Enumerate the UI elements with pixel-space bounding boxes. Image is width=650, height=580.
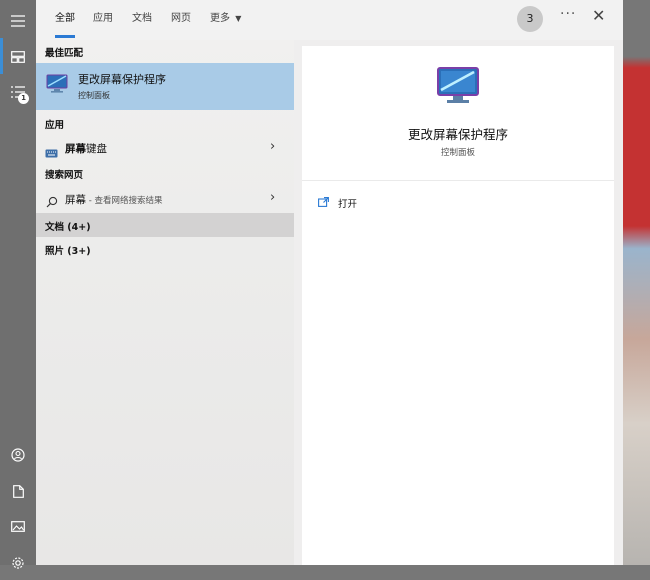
list-icon[interactable]: 1 bbox=[0, 75, 36, 109]
best-match-title: 更改屏幕保护程序 bbox=[78, 73, 166, 86]
preview-subtitle: 控制面板 bbox=[440, 148, 475, 158]
preview-pane: 更改屏幕保护程序 控制面板 打开 bbox=[302, 46, 614, 565]
image-icon[interactable] bbox=[0, 509, 36, 543]
web-header: 搜索网页 bbox=[45, 170, 84, 181]
home-icon[interactable] bbox=[0, 40, 36, 74]
desktop-background bbox=[623, 0, 650, 565]
web-result-suffix: - 查看网络搜索结果 bbox=[86, 196, 163, 206]
document-icon[interactable] bbox=[0, 474, 36, 508]
monitor-icon bbox=[46, 74, 68, 98]
documents-category[interactable]: 文档 (4+) bbox=[36, 213, 294, 237]
open-icon bbox=[318, 196, 329, 210]
notification-badge: 1 bbox=[18, 93, 29, 104]
apps-header: 应用 bbox=[45, 120, 65, 131]
app-result-match: 屏幕 bbox=[65, 143, 86, 155]
best-match-subtitle: 控制面板 bbox=[78, 91, 110, 100]
open-label: 打开 bbox=[338, 199, 358, 210]
app-result-rest: 键盘 bbox=[86, 143, 107, 155]
chevron-down-icon: ▼ bbox=[235, 14, 242, 23]
app-result-keyboard[interactable]: 屏幕键盘 › bbox=[36, 136, 294, 160]
left-rail: 1 bbox=[0, 0, 36, 569]
rewards-badge[interactable]: 3 bbox=[517, 6, 543, 32]
hamburger-icon[interactable] bbox=[0, 4, 36, 38]
settings-icon[interactable] bbox=[0, 546, 36, 580]
filter-tabs: 全部 应用 文档 网页 更多 ▼ 3 ··· ✕ bbox=[36, 0, 623, 40]
web-result-query: 屏幕 bbox=[65, 194, 86, 206]
best-match-item[interactable]: 更改屏幕保护程序 控制面板 bbox=[36, 63, 294, 110]
preview-divider bbox=[302, 180, 614, 181]
web-result[interactable]: 屏幕 - 查看网络搜索结果 › bbox=[36, 187, 294, 211]
chevron-right-icon[interactable]: › bbox=[270, 190, 275, 205]
search-panel: 全部 应用 文档 网页 更多 ▼ 3 ··· ✕ 最佳匹配 更改屏幕保护程序 控… bbox=[36, 0, 623, 565]
documents-label: 文档 (4+) bbox=[45, 222, 91, 233]
best-match-header: 最佳匹配 bbox=[45, 48, 84, 59]
tab-documents[interactable]: 文档 bbox=[132, 0, 152, 38]
search-icon bbox=[46, 193, 58, 212]
preview-title: 更改屏幕保护程序 bbox=[407, 127, 508, 142]
tab-web[interactable]: 网页 bbox=[171, 0, 191, 38]
monitor-icon bbox=[436, 66, 480, 112]
chevron-right-icon[interactable]: › bbox=[270, 139, 275, 154]
more-options-button[interactable]: ··· bbox=[560, 6, 576, 22]
tab-apps[interactable]: 应用 bbox=[93, 0, 113, 38]
keyboard-icon bbox=[45, 143, 58, 162]
close-button[interactable]: ✕ bbox=[592, 6, 605, 25]
tab-more-label: 更多 bbox=[210, 13, 230, 24]
tab-all[interactable]: 全部 bbox=[55, 0, 75, 38]
user-icon[interactable] bbox=[0, 438, 36, 472]
results-list: 最佳匹配 更改屏幕保护程序 控制面板 应用 屏幕键盘 › 搜索网页 屏幕 - 查… bbox=[36, 40, 294, 565]
app-result-label: 屏幕键盘 bbox=[65, 141, 107, 156]
photos-category[interactable]: 照片 (3+) bbox=[36, 237, 294, 261]
web-result-label: 屏幕 - 查看网络搜索结果 bbox=[65, 192, 162, 207]
photos-label: 照片 (3+) bbox=[45, 246, 91, 257]
open-action[interactable]: 打开 bbox=[318, 194, 357, 212]
tab-more[interactable]: 更多 ▼ bbox=[210, 0, 241, 38]
